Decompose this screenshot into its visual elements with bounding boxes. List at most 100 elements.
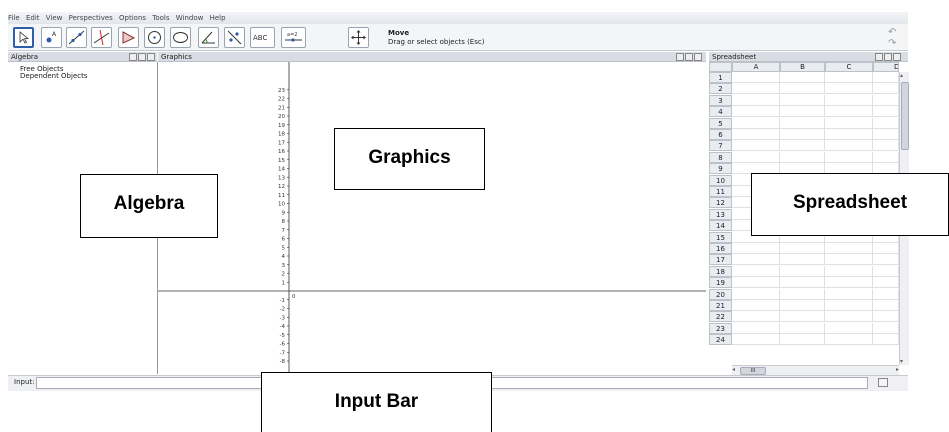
spreadsheet-cell[interactable] — [873, 117, 899, 129]
spreadsheet-cell[interactable] — [873, 265, 899, 277]
spreadsheet-cell[interactable] — [780, 334, 825, 346]
row-header[interactable]: 13 — [709, 208, 732, 220]
circle-tool-button[interactable] — [144, 27, 165, 48]
column-header-c[interactable]: C — [825, 62, 873, 72]
spreadsheet-cell[interactable] — [732, 94, 780, 106]
conic-tool-button[interactable] — [170, 27, 191, 48]
menu-edit[interactable]: Edit — [26, 12, 40, 24]
spreadsheet-cell[interactable] — [825, 151, 873, 163]
menu-view[interactable]: View — [46, 12, 63, 24]
detach-view-icon[interactable] — [138, 53, 146, 61]
spreadsheet-cell[interactable] — [825, 300, 873, 311]
spreadsheet-cell[interactable] — [873, 254, 899, 266]
menu-perspectives[interactable]: Perspectives — [69, 12, 113, 24]
spreadsheet-cell[interactable] — [732, 140, 780, 152]
scroll-left-arrow-icon[interactable]: ◂ — [732, 366, 735, 373]
scroll-down-arrow-icon[interactable]: ▾ — [900, 358, 903, 365]
row-header[interactable]: 18 — [709, 265, 732, 277]
menu-window[interactable]: Window — [176, 12, 204, 24]
row-header[interactable]: 3 — [709, 94, 732, 106]
spreadsheet-cell[interactable] — [732, 311, 780, 323]
spreadsheet-cell[interactable] — [873, 72, 899, 83]
close-view-icon[interactable] — [147, 53, 155, 61]
spreadsheet-cell[interactable] — [825, 106, 873, 118]
row-header[interactable]: 12 — [709, 197, 732, 209]
spreadsheet-cell[interactable] — [780, 254, 825, 266]
menu-tools[interactable]: Tools — [152, 12, 169, 24]
spreadsheet-cell[interactable] — [780, 129, 825, 140]
row-header[interactable]: 7 — [709, 140, 732, 152]
vertical-scroll-thumb[interactable] — [901, 82, 909, 150]
spreadsheet-cell[interactable] — [780, 140, 825, 152]
spreadsheet-cell[interactable] — [825, 334, 873, 346]
angle-tool-button[interactable] — [198, 27, 219, 48]
redo-icon[interactable]: ↷ — [888, 38, 902, 49]
spreadsheet-cell[interactable] — [732, 300, 780, 311]
spreadsheet-cell[interactable] — [732, 265, 780, 277]
spreadsheet-cell[interactable] — [825, 254, 873, 266]
spreadsheet-cell[interactable] — [732, 106, 780, 118]
spreadsheet-cell[interactable] — [780, 265, 825, 277]
spreadsheet-cell[interactable] — [825, 94, 873, 106]
spreadsheet-cell[interactable] — [873, 243, 899, 254]
spreadsheet-cell[interactable] — [825, 117, 873, 129]
spreadsheet-cell[interactable] — [873, 129, 899, 140]
reflect-tool-button[interactable] — [224, 27, 245, 48]
row-header[interactable]: 20 — [709, 288, 732, 300]
spreadsheet-cell[interactable] — [780, 117, 825, 129]
spreadsheet-cell[interactable] — [825, 311, 873, 323]
move-view-tool-button[interactable] — [348, 27, 369, 48]
undo-icon[interactable]: ↶ — [888, 27, 902, 38]
row-header[interactable]: 22 — [709, 311, 732, 323]
spreadsheet-cell[interactable] — [873, 288, 899, 300]
scroll-up-arrow-icon[interactable]: ▴ — [900, 72, 903, 79]
spreadsheet-cell[interactable] — [825, 277, 873, 289]
row-header[interactable]: 2 — [709, 83, 732, 95]
spreadsheet-cell[interactable] — [732, 288, 780, 300]
spreadsheet-cell[interactable] — [873, 140, 899, 152]
spreadsheet-cell[interactable] — [873, 94, 899, 106]
detach-view-icon[interactable] — [884, 53, 892, 61]
menu-file[interactable]: File — [8, 12, 20, 24]
view-menu-icon[interactable] — [875, 53, 883, 61]
menu-help[interactable]: Help — [210, 12, 226, 24]
spreadsheet-cell[interactable] — [873, 151, 899, 163]
menu-options[interactable]: Options — [119, 12, 146, 24]
row-header[interactable]: 15 — [709, 231, 732, 243]
spreadsheet-cell[interactable] — [732, 277, 780, 289]
spreadsheet-cell[interactable] — [732, 243, 780, 254]
column-header-d[interactable]: D — [873, 62, 899, 72]
close-view-icon[interactable] — [694, 53, 702, 61]
close-view-icon[interactable] — [893, 53, 901, 61]
spreadsheet-cell[interactable] — [732, 117, 780, 129]
row-header[interactable]: 24 — [709, 334, 732, 346]
spreadsheet-cell[interactable] — [825, 72, 873, 83]
row-header[interactable]: 14 — [709, 220, 732, 232]
polygon-tool-button[interactable] — [118, 27, 139, 48]
spreadsheet-cell[interactable] — [825, 83, 873, 95]
row-header[interactable]: 19 — [709, 277, 732, 289]
spreadsheet-cell[interactable] — [873, 322, 899, 334]
spreadsheet-cell[interactable] — [873, 300, 899, 311]
spreadsheet-cell[interactable] — [825, 129, 873, 140]
spreadsheet-cell[interactable] — [780, 311, 825, 323]
spreadsheet-cell[interactable] — [825, 288, 873, 300]
spreadsheet-cell[interactable] — [732, 151, 780, 163]
spreadsheet-cell[interactable] — [732, 129, 780, 140]
spreadsheet-cell[interactable] — [732, 322, 780, 334]
spreadsheet-cell[interactable] — [825, 265, 873, 277]
spreadsheet-cell[interactable] — [780, 300, 825, 311]
row-header[interactable]: 8 — [709, 151, 732, 163]
row-header[interactable]: 9 — [709, 163, 732, 175]
row-header[interactable]: 21 — [709, 300, 732, 311]
row-header[interactable]: 17 — [709, 254, 732, 266]
spreadsheet-cell[interactable] — [873, 277, 899, 289]
graphics-view[interactable]: 23 22 21 20 19 18 17 16 15 14 13 12 11 10 9 8 7 6 5 4 3 2 1 -1-… — [158, 62, 706, 374]
spreadsheet-cell[interactable] — [780, 94, 825, 106]
row-header[interactable]: 11 — [709, 186, 732, 197]
spreadsheet-cell[interactable] — [873, 83, 899, 95]
algebra-dependent-objects[interactable]: Dependent Objects — [20, 72, 87, 80]
spreadsheet-cell[interactable] — [873, 334, 899, 346]
spreadsheet-cell[interactable] — [780, 72, 825, 83]
spreadsheet-cell[interactable] — [780, 151, 825, 163]
